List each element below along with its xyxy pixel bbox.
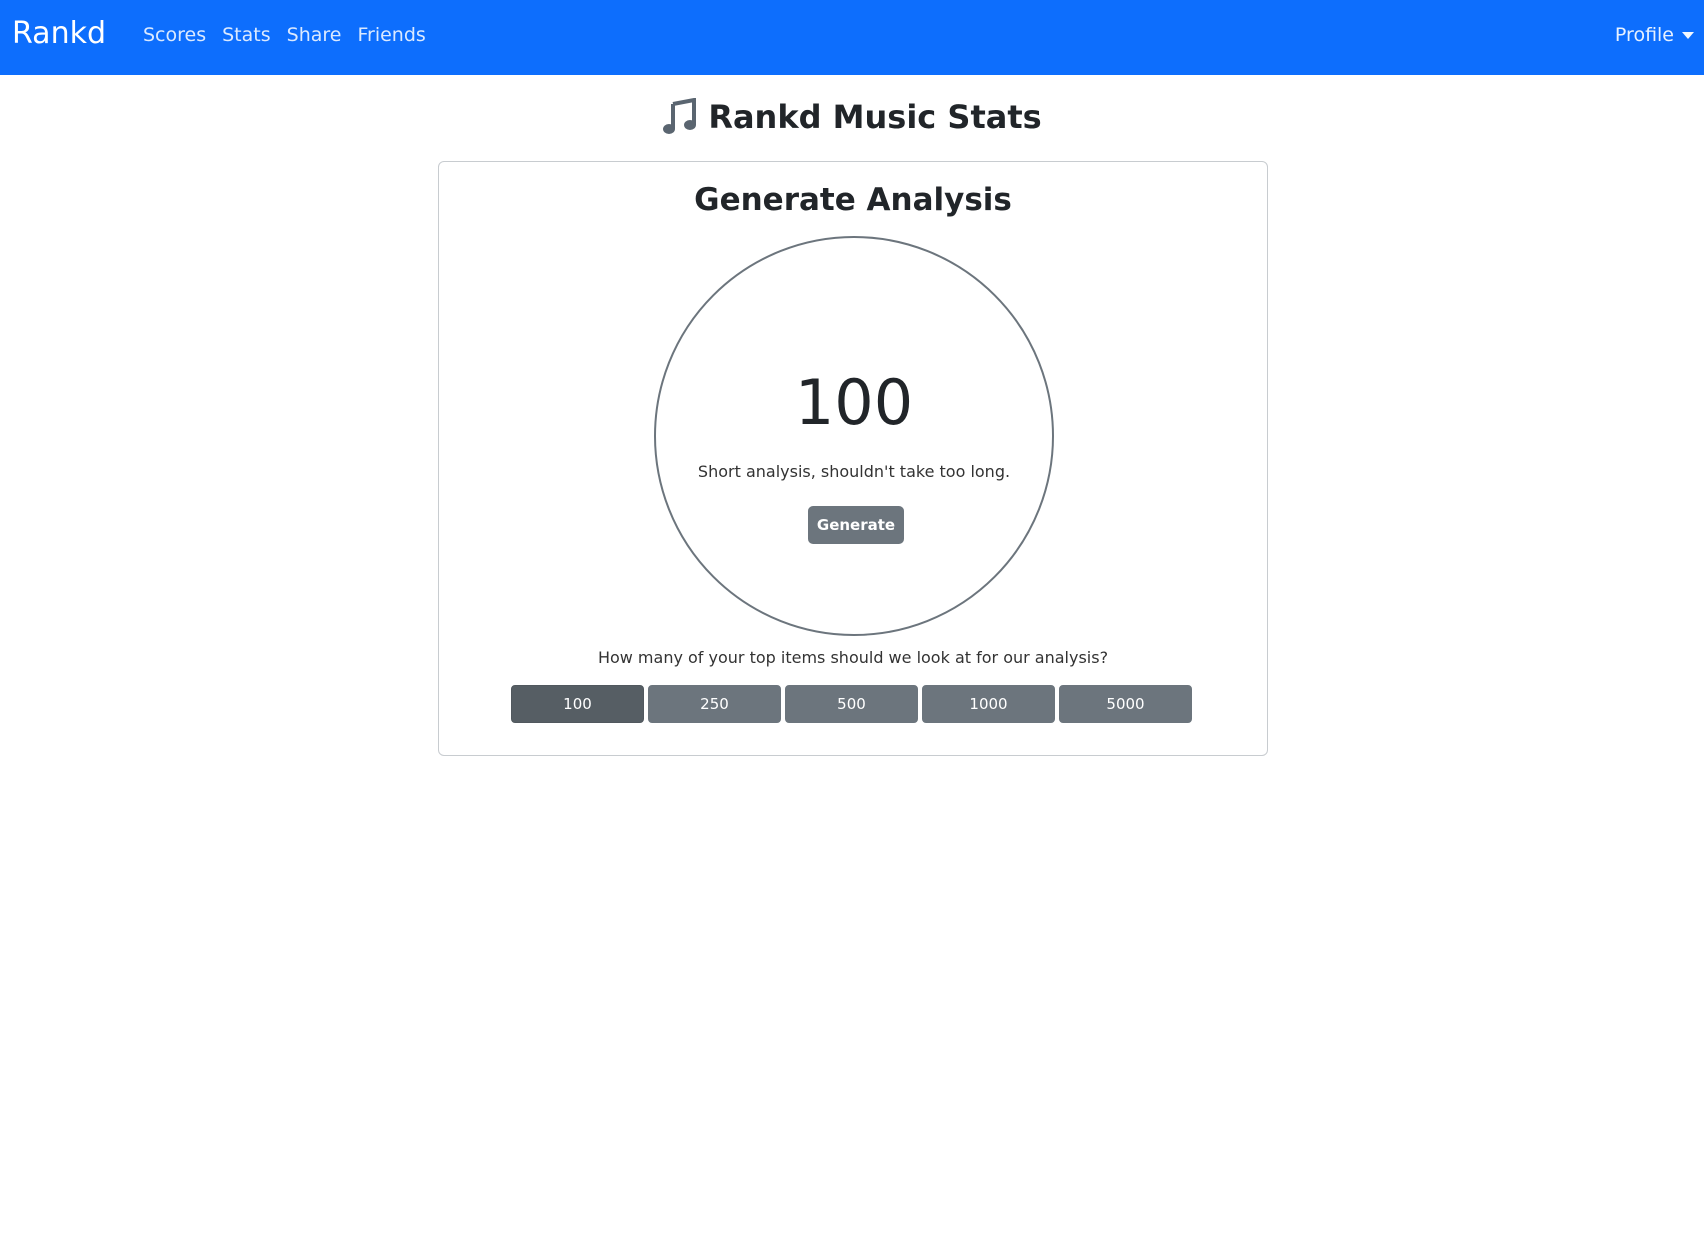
nav-link-stats[interactable]: Stats xyxy=(214,22,279,48)
brand-logo[interactable]: Rankd xyxy=(12,14,106,54)
option-1000-button[interactable]: 1000 xyxy=(922,685,1055,723)
music-note-icon xyxy=(662,97,698,137)
nav-link-share[interactable]: Share xyxy=(279,22,350,48)
nav-link-scores[interactable]: Scores xyxy=(143,22,214,48)
count-question: How many of your top items should we loo… xyxy=(597,648,1109,667)
card-title: Generate Analysis xyxy=(694,182,1012,218)
page-title: Rankd Music Stats xyxy=(0,96,1704,138)
profile-dropdown[interactable]: Profile xyxy=(1615,22,1694,48)
option-100-button[interactable]: 100 xyxy=(511,685,644,723)
option-500-button[interactable]: 500 xyxy=(785,685,918,723)
navbar: Rankd Scores Stats Share Friends Profile xyxy=(0,0,1704,75)
analysis-card: Generate Analysis 100 Short analysis, sh… xyxy=(438,161,1268,756)
profile-label: Profile xyxy=(1614,24,1674,46)
caret-down-icon xyxy=(1682,31,1694,39)
analysis-description: Short analysis, shouldn't take too long. xyxy=(697,462,1011,481)
selected-count: 100 xyxy=(794,366,914,439)
page-title-text: Rankd Music Stats xyxy=(708,98,1042,136)
nav-link-friends[interactable]: Friends xyxy=(349,22,433,48)
analysis-circle: 100 Short analysis, shouldn't take too l… xyxy=(654,236,1054,636)
option-5000-button[interactable]: 5000 xyxy=(1059,685,1192,723)
option-250-button[interactable]: 250 xyxy=(648,685,781,723)
generate-button[interactable]: Generate xyxy=(808,506,904,544)
nav-links: Scores Stats Share Friends xyxy=(143,22,434,48)
count-options: 100 250 500 1000 5000 xyxy=(511,685,1192,723)
